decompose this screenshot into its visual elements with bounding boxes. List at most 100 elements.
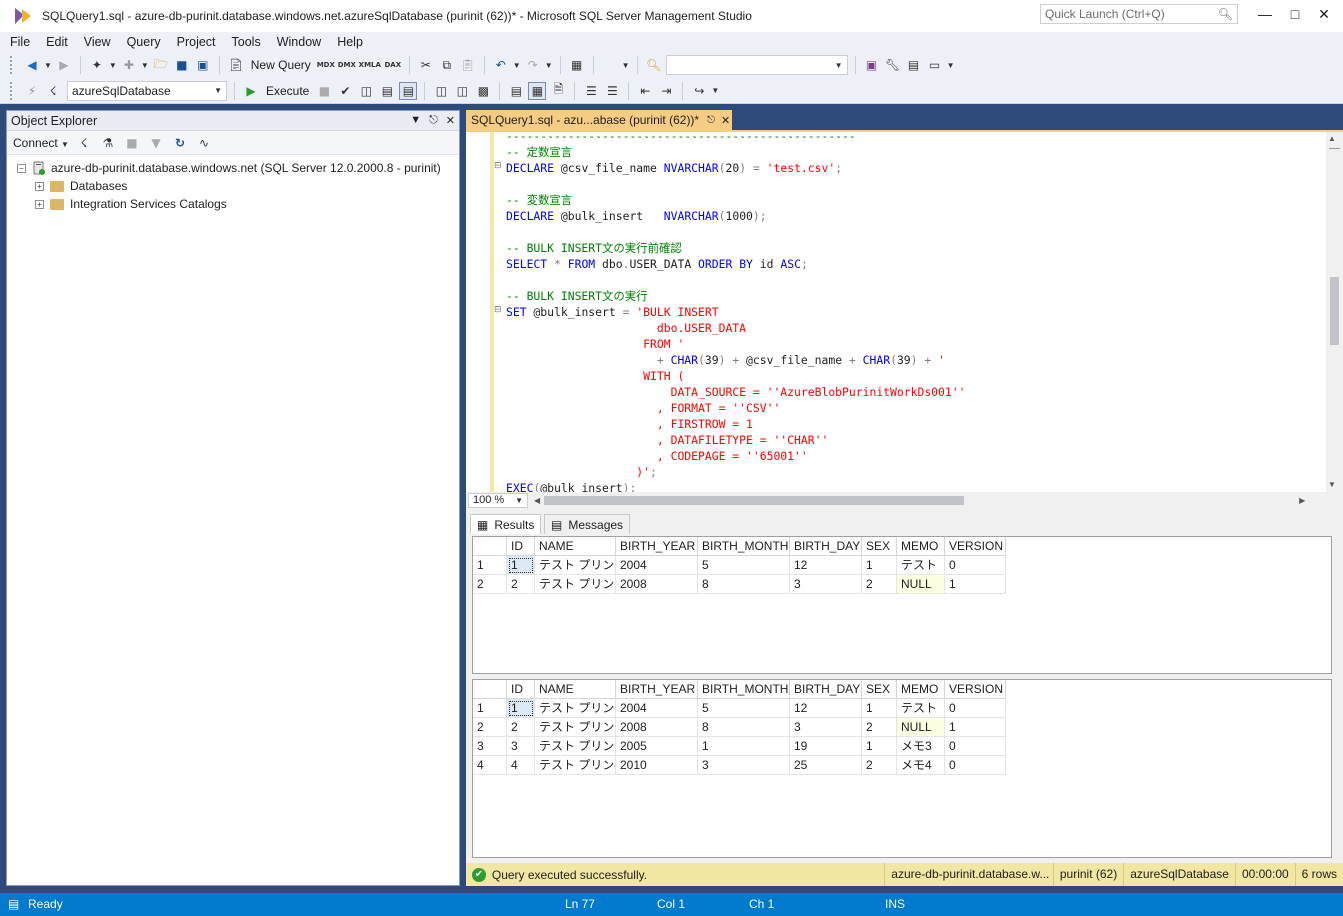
new-query-icon[interactable]: 📄︎ bbox=[227, 56, 245, 74]
collapse-region-icon[interactable]: ⊟ bbox=[494, 160, 502, 171]
menu-query[interactable]: Query bbox=[119, 32, 169, 52]
solution-config-dropdown-icon[interactable]: ▼ bbox=[622, 61, 630, 70]
tree-node-databases[interactable]: + Databases bbox=[17, 177, 459, 195]
activity-monitor-icon[interactable]: ∿ bbox=[195, 134, 213, 152]
table-row[interactable]: 1 1 テスト プリン1 2004 5 12 1 テスト 0 bbox=[473, 556, 1006, 575]
table-cell[interactable]: 1 bbox=[945, 718, 1006, 737]
results-to-grid-icon[interactable]: ▦ bbox=[528, 81, 547, 100]
column-header[interactable]: BIRTH_DAY bbox=[790, 537, 862, 556]
menu-view[interactable]: View bbox=[76, 32, 119, 52]
menu-window[interactable]: Window bbox=[269, 32, 329, 52]
column-header[interactable]: BIRTH_YEAR bbox=[616, 537, 698, 556]
row-number[interactable]: 3 bbox=[473, 737, 507, 756]
uncomment-icon[interactable]: ☰ bbox=[603, 82, 621, 100]
table-cell[interactable]: 5 bbox=[698, 699, 790, 718]
back-icon[interactable]: ◀ bbox=[23, 56, 41, 74]
table-row[interactable]: 2 2 テスト プリン2 2008 8 3 2 NULL 1 bbox=[473, 575, 1006, 594]
tree-node-integration-services-catalogs[interactable]: + Integration Services Catalogs bbox=[17, 195, 459, 213]
paste-icon[interactable]: 📋︎ bbox=[459, 56, 477, 74]
query-options-icon[interactable]: ▤ bbox=[378, 82, 396, 100]
table-cell[interactable]: テスト bbox=[897, 699, 945, 718]
menu-edit[interactable]: Edit bbox=[38, 32, 76, 52]
pin-tab-icon[interactable]: ⎋ bbox=[707, 115, 715, 126]
row-number[interactable]: 2 bbox=[473, 575, 507, 594]
tree-node-server[interactable]: − azure-db-purinit.database.windows.net … bbox=[17, 159, 459, 177]
table-cell[interactable]: 4 bbox=[507, 756, 535, 775]
filter-icon[interactable]: ▼ bbox=[147, 134, 165, 152]
zoom-combo[interactable]: 100 % ▼ bbox=[468, 492, 528, 508]
vertical-scroll-thumb[interactable] bbox=[1330, 277, 1339, 345]
table-cell[interactable]: テスト プリン4 bbox=[535, 756, 616, 775]
grid-corner-cell[interactable] bbox=[473, 537, 507, 556]
connect-object-icon[interactable]: ☇ bbox=[75, 134, 93, 152]
table-row[interactable]: 3 3 テスト プリン3 2005 1 19 1 メモ3 0 bbox=[473, 737, 1006, 756]
results-grid-2[interactable]: ID NAME BIRTH_YEAR BIRTH_MONTH BIRTH_DAY SEX M… bbox=[472, 679, 1332, 858]
menu-file[interactable]: File bbox=[2, 32, 38, 52]
table-cell[interactable]: 0 bbox=[945, 737, 1006, 756]
save-all-icon[interactable]: ▣ bbox=[194, 56, 212, 74]
toolbox-icon[interactable]: ▤ bbox=[905, 56, 923, 74]
xmla-query-icon[interactable]: XMLA bbox=[359, 56, 381, 74]
table-cell[interactable]: 2004 bbox=[616, 556, 698, 575]
table-row[interactable]: 4 4 テスト プリン4 2010 3 25 2 メモ4 0 bbox=[473, 756, 1006, 775]
dax-query-icon[interactable]: DAX bbox=[384, 56, 402, 74]
decrease-indent-icon[interactable]: ⇤ bbox=[636, 82, 654, 100]
sql-code[interactable]: ----------------------------------------… bbox=[506, 128, 965, 496]
intellisense-icon[interactable]: ▤ bbox=[399, 81, 418, 100]
tab-sqlquery1[interactable]: SQLQuery1.sql - azu...abase (purinit (62… bbox=[466, 110, 732, 130]
forward-icon[interactable]: ▶ bbox=[55, 56, 73, 74]
disconnect-icon[interactable]: ⚗ bbox=[99, 134, 117, 152]
stop-icon[interactable]: ■ bbox=[123, 134, 141, 152]
table-cell[interactable]: 2005 bbox=[616, 737, 698, 756]
command-window-icon[interactable]: ▭ bbox=[926, 56, 944, 74]
connect-button[interactable]: Connect ▼ bbox=[13, 136, 69, 150]
table-cell[interactable]: NULL bbox=[897, 718, 945, 737]
find-combo[interactable]: ▼ bbox=[665, 55, 848, 75]
connect-dropdown-icon[interactable]: ▼ bbox=[61, 140, 69, 149]
table-cell[interactable]: テスト プリン2 bbox=[535, 575, 616, 594]
table-cell[interactable]: 19 bbox=[790, 737, 862, 756]
table-cell[interactable]: 3 bbox=[698, 756, 790, 775]
horizontal-scroll-thumb[interactable] bbox=[544, 495, 965, 505]
column-header[interactable]: NAME bbox=[535, 537, 616, 556]
table-cell[interactable]: 0 bbox=[945, 699, 1006, 718]
table-cell[interactable]: 1 bbox=[862, 556, 897, 575]
table-cell[interactable]: 1 bbox=[945, 575, 1006, 594]
table-row[interactable]: 1 1 テスト プリン1 2004 5 12 1 テスト 0 bbox=[473, 699, 1006, 718]
table-cell[interactable]: NULL bbox=[897, 575, 945, 594]
table-cell[interactable]: 2010 bbox=[616, 756, 698, 775]
find-in-files-icon[interactable]: 🔍︎ bbox=[645, 56, 663, 74]
execute-button[interactable]: Execute bbox=[263, 84, 312, 98]
table-cell[interactable]: 8 bbox=[698, 575, 790, 594]
table-cell[interactable]: 1 bbox=[507, 556, 535, 575]
expand-icon[interactable]: + bbox=[35, 181, 44, 191]
new-project-icon[interactable]: ✦ bbox=[88, 56, 106, 74]
close-tab-icon[interactable]: ✕ bbox=[721, 114, 730, 127]
solution-explorer-icon[interactable]: ▣ bbox=[863, 56, 881, 74]
table-cell[interactable]: 2 bbox=[507, 718, 535, 737]
row-number[interactable]: 1 bbox=[473, 556, 507, 575]
quick-launch-input[interactable]: Quick Launch (Ctrl+Q) 🔍︎ bbox=[1040, 4, 1238, 24]
zoom-dropdown-icon[interactable]: ▼ bbox=[515, 496, 523, 505]
add-item-dropdown-icon[interactable]: ▼ bbox=[141, 61, 149, 70]
live-query-stats-icon[interactable]: ◫ bbox=[453, 82, 471, 100]
change-connection-icon[interactable]: ☇ bbox=[44, 82, 62, 100]
column-header[interactable]: NAME bbox=[535, 680, 616, 699]
available-databases-combo[interactable]: azureSqlDatabase ▼ bbox=[67, 80, 227, 101]
increase-indent-icon[interactable]: ⇥ bbox=[657, 82, 675, 100]
results-grid-1[interactable]: ID NAME BIRTH_YEAR BIRTH_MONTH BIRTH_DAY SEX M… bbox=[472, 536, 1332, 674]
new-query-button[interactable]: New Query bbox=[248, 58, 314, 72]
column-header[interactable]: ID bbox=[507, 680, 535, 699]
table-cell[interactable]: 2 bbox=[862, 756, 897, 775]
table-cell[interactable]: 2 bbox=[862, 718, 897, 737]
properties-icon[interactable]: 🔧︎ bbox=[884, 56, 902, 74]
table-cell[interactable]: 5 bbox=[698, 556, 790, 575]
scroll-up-icon[interactable]: ▲ bbox=[1328, 134, 1336, 143]
client-statistics-icon[interactable]: ▩ bbox=[474, 82, 492, 100]
table-cell[interactable]: 2 bbox=[507, 575, 535, 594]
table-cell[interactable]: 2004 bbox=[616, 699, 698, 718]
comment-out-icon[interactable]: ☰ bbox=[582, 82, 600, 100]
redo-icon[interactable]: ↷ bbox=[524, 56, 542, 74]
table-cell[interactable]: 8 bbox=[698, 718, 790, 737]
grid-corner-cell[interactable] bbox=[473, 680, 507, 699]
